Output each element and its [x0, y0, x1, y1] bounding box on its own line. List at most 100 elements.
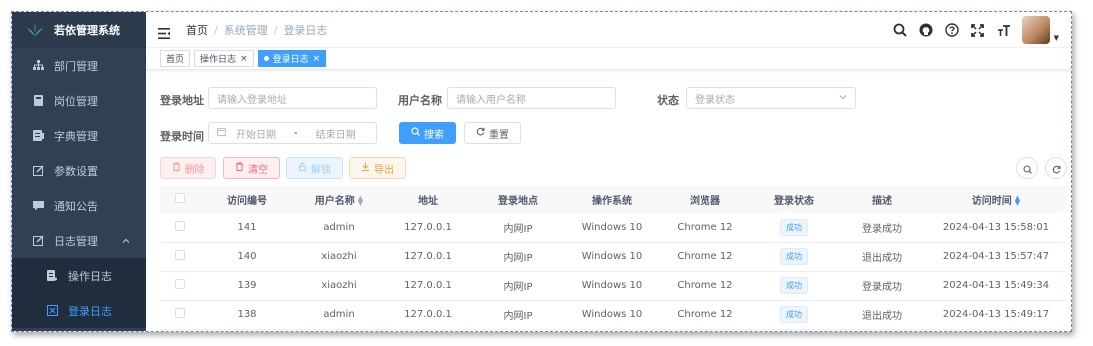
- breadcrumb-home[interactable]: 首页: [186, 24, 208, 37]
- post-icon: [32, 95, 44, 107]
- main-area: 首页 / 系统管理 / 登录日志 ▼ 首页 操作日志 × 登录日志 × 登录地址…: [146, 12, 1071, 331]
- sort-icon[interactable]: ▲ ▼: [358, 195, 363, 207]
- cell: 127.0.0.1: [384, 271, 472, 301]
- breadcrumb-current: 登录日志: [283, 23, 328, 37]
- cell: 内网IP: [472, 271, 564, 301]
- cell: 2024-04-13 15:58:01: [926, 213, 1066, 243]
- tag-logininfor[interactable]: 登录日志 ×: [257, 50, 327, 67]
- clean-button-label: 清空: [248, 164, 268, 176]
- font-size-icon[interactable]: [996, 22, 1012, 38]
- sidebar-item-dept[interactable]: 部门管理: [12, 48, 146, 83]
- tag-operlog[interactable]: 操作日志 ×: [194, 50, 254, 67]
- calendar-icon: [217, 127, 226, 139]
- date-range-picker[interactable]: 开始日期 - 结束日期: [208, 122, 377, 144]
- start-date-placeholder[interactable]: 开始日期: [236, 126, 276, 141]
- question-circle-icon[interactable]: [944, 22, 960, 38]
- username-input[interactable]: 请输入用户名称: [447, 87, 616, 109]
- status-badge: 成功: [780, 218, 808, 236]
- cell: 内网IP: [472, 213, 564, 243]
- sidebar-item-notice[interactable]: 通知公告: [12, 188, 146, 223]
- tag-home[interactable]: 首页: [160, 50, 191, 67]
- checkbox[interactable]: [175, 193, 185, 203]
- search-icon: [1022, 159, 1032, 178]
- sort-icon[interactable]: ▲ ▼: [1015, 195, 1020, 207]
- cell: xiaozhi: [294, 242, 384, 272]
- logo-row[interactable]: 若依管理系统: [12, 12, 146, 48]
- toggle-search-button[interactable]: [1016, 157, 1038, 179]
- cell: 内网IP: [472, 242, 564, 272]
- header-info-id: 访问编号: [200, 186, 294, 213]
- sidebar-subitem-logininfor[interactable]: 登录日志: [12, 293, 146, 328]
- sidebar-item-config[interactable]: 参数设置: [12, 153, 146, 188]
- sidebar-item-post[interactable]: 岗位管理: [12, 83, 146, 118]
- chevron-up-icon: [122, 236, 130, 246]
- hamburger-icon[interactable]: [158, 24, 170, 39]
- table-row[interactable]: 140 xiaozhi 127.0.0.1 内网IP Windows 10 Ch…: [160, 242, 1066, 272]
- sidebar-subitem-operlog[interactable]: 操作日志: [12, 258, 146, 293]
- header-username[interactable]: 用户名称 ▲ ▼: [294, 186, 384, 213]
- cell: Windows 10: [564, 300, 660, 330]
- header-label: 地址: [418, 196, 438, 207]
- checkbox[interactable]: [175, 308, 185, 318]
- reset-button[interactable]: 重置: [464, 122, 521, 144]
- header-label: 访问编号: [227, 196, 267, 207]
- checkbox[interactable]: [175, 250, 185, 260]
- cell: Chrome 12: [660, 300, 750, 330]
- unlock-button[interactable]: 解锁: [286, 157, 343, 179]
- logininfor-icon: [46, 305, 58, 317]
- header-label: 浏览器: [690, 196, 720, 207]
- cell: Windows 10: [564, 271, 660, 301]
- breadcrumb-separator: /: [214, 23, 218, 37]
- close-icon[interactable]: ×: [240, 54, 248, 64]
- fullscreen-icon[interactable]: [970, 22, 986, 38]
- header-label: 描述: [872, 196, 892, 207]
- cell: admin: [294, 300, 384, 330]
- delete-button[interactable]: 删除: [160, 157, 216, 179]
- checkbox[interactable]: [175, 279, 185, 289]
- table-row[interactable]: 138 admin 127.0.0.1 内网IP Windows 10 Chro…: [160, 300, 1066, 330]
- sidebar-item-dict[interactable]: 字典管理: [12, 118, 146, 153]
- form-icon: [46, 270, 58, 282]
- end-date-placeholder[interactable]: 结束日期: [316, 126, 356, 141]
- refresh-icon: [1052, 159, 1061, 178]
- cell: admin: [294, 213, 384, 243]
- sidebar-item-label: 岗位管理: [54, 94, 98, 108]
- tree-icon: [32, 60, 44, 72]
- sidebar-item-label: 部门管理: [54, 59, 98, 73]
- header-login-time[interactable]: 访问时间 ▲ ▼: [926, 186, 1066, 213]
- status-badge: 成功: [780, 306, 808, 323]
- refresh-table-button[interactable]: [1045, 157, 1067, 179]
- active-dot-icon: [263, 56, 269, 61]
- caret-down-icon[interactable]: ▼: [1054, 34, 1059, 42]
- checkbox[interactable]: [175, 220, 185, 231]
- cell: 内网IP: [472, 300, 564, 330]
- cell: Chrome 12: [660, 213, 750, 243]
- export-button-label: 导出: [374, 164, 394, 176]
- ipaddr-label: 登录地址: [160, 94, 204, 107]
- table-row[interactable]: 139 xiaozhi 127.0.0.1 内网IP Windows 10 Ch…: [160, 271, 1066, 301]
- table-row[interactable]: 141 admin 127.0.0.1 内网IP Windows 10 Chro…: [160, 213, 1066, 243]
- avatar[interactable]: [1021, 16, 1050, 44]
- ipaddr-placeholder: 请输入登录地址: [217, 94, 287, 106]
- tag-label: 登录日志: [272, 55, 309, 65]
- github-icon[interactable]: [918, 22, 934, 38]
- export-button[interactable]: 导出: [349, 157, 406, 179]
- status-placeholder: 登录状态: [695, 94, 735, 106]
- unlock-icon: [298, 162, 307, 174]
- ipaddr-input[interactable]: 请输入登录地址: [208, 87, 377, 109]
- chevron-down-icon: [839, 93, 847, 104]
- cell: Chrome 12: [660, 271, 750, 301]
- cell: 127.0.0.1: [384, 213, 472, 243]
- navbar-right: ▼: [892, 16, 1059, 44]
- cell: 2024-04-13 15:49:17: [926, 300, 1066, 330]
- select-all-checkbox[interactable]: [160, 186, 200, 213]
- search-button[interactable]: 搜索: [399, 122, 456, 144]
- close-icon[interactable]: ×: [313, 54, 321, 64]
- sidebar-item-log[interactable]: 日志管理: [12, 223, 146, 258]
- breadcrumb-system[interactable]: 系统管理: [224, 24, 268, 37]
- status-select[interactable]: 登录状态: [686, 87, 856, 109]
- header-status: 登录状态: [750, 186, 838, 213]
- status-badge: 成功: [780, 248, 808, 265]
- clean-button[interactable]: 清空: [223, 157, 280, 179]
- search-icon[interactable]: [892, 22, 908, 38]
